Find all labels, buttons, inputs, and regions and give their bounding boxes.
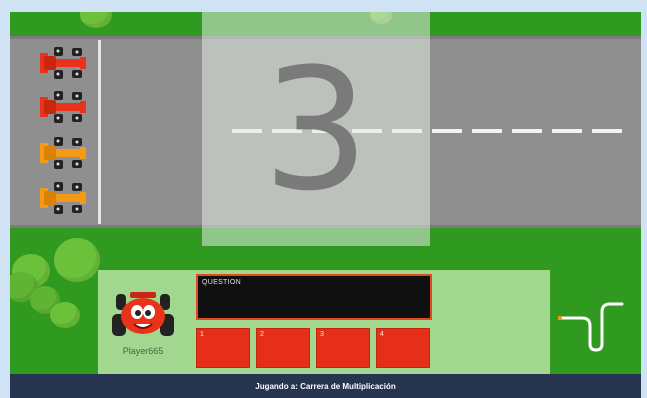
countdown-panel: 3 [202,12,430,246]
lane-dash [592,129,622,133]
answer-number: 1 [200,331,204,338]
start-line [98,40,101,224]
track-minimap-icon [556,294,628,354]
answer-number: 2 [260,331,264,338]
red-race-car-mascot-icon [110,288,176,342]
answer-number: 4 [380,331,384,338]
bush [50,302,80,328]
answer-button-4[interactable]: 4 [376,328,430,368]
lane-dash [472,129,502,133]
question-label: QUESTION [202,279,241,286]
question-box: QUESTION [196,274,432,320]
countdown-number: 3 [262,32,370,228]
race-car-orange [38,180,90,216]
footer-text: Jugando a: Carrera de Multiplicación [255,382,396,391]
answer-button-2[interactable]: 2 [256,328,310,368]
answer-button-3[interactable]: 3 [316,328,370,368]
race-car-orange [38,135,90,171]
lane-dash [512,129,542,133]
lane-dash [552,129,582,133]
answer-buttons: 1 2 3 4 [196,328,432,368]
answer-button-1[interactable]: 1 [196,328,250,368]
race-car-red [38,45,90,81]
game-canvas: 3 Player665 QUESTION 1 2 3 4 Jugando a: … [10,12,641,398]
lane-dash [432,129,462,133]
answer-number: 3 [320,331,324,338]
race-car-red [38,89,90,125]
bush [54,238,100,282]
footer-bar: Jugando a: Carrera de Multiplicación [10,374,641,398]
player-name: Player665 [122,346,164,356]
